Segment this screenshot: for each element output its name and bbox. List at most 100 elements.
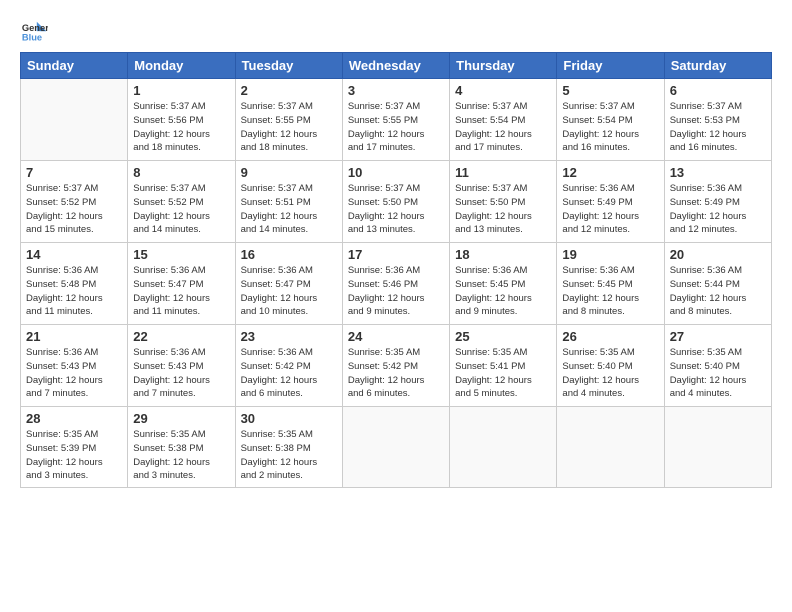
day-number: 17 [348,247,444,262]
calendar-cell: 4 Sunrise: 5:37 AMSunset: 5:54 PMDaylight… [450,79,557,161]
day-number: 6 [670,83,766,98]
day-info: Sunrise: 5:37 AMSunset: 5:52 PMDaylight:… [133,182,229,237]
calendar-cell: 16 Sunrise: 5:36 AMSunset: 5:47 PMDayligh… [235,243,342,325]
calendar-cell: 29 Sunrise: 5:35 AMSunset: 5:38 PMDayligh… [128,407,235,488]
day-info: Sunrise: 5:36 AMSunset: 5:47 PMDaylight:… [133,264,229,319]
day-number: 25 [455,329,551,344]
day-info: Sunrise: 5:36 AMSunset: 5:49 PMDaylight:… [670,182,766,237]
day-number: 3 [348,83,444,98]
day-info: Sunrise: 5:36 AMSunset: 5:49 PMDaylight:… [562,182,658,237]
day-info: Sunrise: 5:37 AMSunset: 5:54 PMDaylight:… [455,100,551,155]
day-number: 12 [562,165,658,180]
calendar-cell: 30 Sunrise: 5:35 AMSunset: 5:38 PMDayligh… [235,407,342,488]
day-number: 20 [670,247,766,262]
day-number: 4 [455,83,551,98]
day-info: Sunrise: 5:36 AMSunset: 5:45 PMDaylight:… [455,264,551,319]
day-number: 1 [133,83,229,98]
weekday-header-sunday: Sunday [21,53,128,79]
calendar-cell [450,407,557,488]
day-number: 27 [670,329,766,344]
day-info: Sunrise: 5:37 AMSunset: 5:55 PMDaylight:… [241,100,337,155]
day-number: 19 [562,247,658,262]
day-number: 22 [133,329,229,344]
calendar-table: SundayMondayTuesdayWednesdayThursdayFrid… [20,52,772,488]
day-info: Sunrise: 5:35 AMSunset: 5:42 PMDaylight:… [348,346,444,401]
day-info: Sunrise: 5:36 AMSunset: 5:46 PMDaylight:… [348,264,444,319]
day-number: 13 [670,165,766,180]
day-number: 15 [133,247,229,262]
calendar-cell: 1Sunrise: 5:37 AMSunset: 5:56 PMDaylight… [128,79,235,161]
calendar-cell: 6 Sunrise: 5:37 AMSunset: 5:53 PMDaylight… [664,79,771,161]
calendar-cell: 24 Sunrise: 5:35 AMSunset: 5:42 PMDayligh… [342,325,449,407]
day-info: Sunrise: 5:35 AMSunset: 5:40 PMDaylight:… [670,346,766,401]
day-info: Sunrise: 5:37 AMSunset: 5:52 PMDaylight:… [26,182,122,237]
day-info: Sunrise: 5:37 AMSunset: 5:50 PMDaylight:… [348,182,444,237]
logo-icon: General Blue [20,18,48,46]
day-info: Sunrise: 5:35 AMSunset: 5:41 PMDaylight:… [455,346,551,401]
calendar-cell: 17 Sunrise: 5:36 AMSunset: 5:46 PMDayligh… [342,243,449,325]
day-info: Sunrise: 5:35 AMSunset: 5:38 PMDaylight:… [133,428,229,483]
calendar-week-row: 7 Sunrise: 5:37 AMSunset: 5:52 PMDaylight… [21,161,772,243]
weekday-header-tuesday: Tuesday [235,53,342,79]
calendar-cell: 25 Sunrise: 5:35 AMSunset: 5:41 PMDayligh… [450,325,557,407]
calendar-cell: 13 Sunrise: 5:36 AMSunset: 5:49 PMDayligh… [664,161,771,243]
calendar-cell: 15 Sunrise: 5:36 AMSunset: 5:47 PMDayligh… [128,243,235,325]
day-number: 8 [133,165,229,180]
day-number: 7 [26,165,122,180]
calendar-week-row: 14Sunrise: 5:36 AMSunset: 5:48 PMDayligh… [21,243,772,325]
day-number: 2 [241,83,337,98]
calendar-cell: 11 Sunrise: 5:37 AMSunset: 5:50 PMDayligh… [450,161,557,243]
day-info: Sunrise: 5:36 AMSunset: 5:47 PMDaylight:… [241,264,337,319]
calendar-cell [21,79,128,161]
calendar-cell: 18 Sunrise: 5:36 AMSunset: 5:45 PMDayligh… [450,243,557,325]
day-number: 30 [241,411,337,426]
day-info: Sunrise: 5:37 AMSunset: 5:53 PMDaylight:… [670,100,766,155]
day-number: 10 [348,165,444,180]
calendar-cell: 3 Sunrise: 5:37 AMSunset: 5:55 PMDaylight… [342,79,449,161]
day-info: Sunrise: 5:35 AMSunset: 5:38 PMDaylight:… [241,428,337,483]
day-number: 18 [455,247,551,262]
calendar-cell: 21Sunrise: 5:36 AMSunset: 5:43 PMDayligh… [21,325,128,407]
day-info: Sunrise: 5:36 AMSunset: 5:45 PMDaylight:… [562,264,658,319]
day-info: Sunrise: 5:37 AMSunset: 5:54 PMDaylight:… [562,100,658,155]
day-info: Sunrise: 5:37 AMSunset: 5:50 PMDaylight:… [455,182,551,237]
weekday-header-wednesday: Wednesday [342,53,449,79]
weekday-header-monday: Monday [128,53,235,79]
day-number: 24 [348,329,444,344]
calendar-cell [557,407,664,488]
calendar-cell: 27 Sunrise: 5:35 AMSunset: 5:40 PMDayligh… [664,325,771,407]
calendar-cell: 20 Sunrise: 5:36 AMSunset: 5:44 PMDayligh… [664,243,771,325]
calendar-cell: 26Sunrise: 5:35 AMSunset: 5:40 PMDayligh… [557,325,664,407]
weekday-header-friday: Friday [557,53,664,79]
calendar-week-row: 21Sunrise: 5:36 AMSunset: 5:43 PMDayligh… [21,325,772,407]
day-info: Sunrise: 5:36 AMSunset: 5:43 PMDaylight:… [26,346,122,401]
day-number: 29 [133,411,229,426]
day-number: 11 [455,165,551,180]
calendar-cell: 28 Sunrise: 5:35 AMSunset: 5:39 PMDayligh… [21,407,128,488]
calendar-cell [664,407,771,488]
day-info: Sunrise: 5:36 AMSunset: 5:44 PMDaylight:… [670,264,766,319]
weekday-header-saturday: Saturday [664,53,771,79]
calendar-week-row: 28 Sunrise: 5:35 AMSunset: 5:39 PMDayligh… [21,407,772,488]
day-info: Sunrise: 5:37 AMSunset: 5:51 PMDaylight:… [241,182,337,237]
logo: General Blue [20,18,52,46]
calendar-cell: 5 Sunrise: 5:37 AMSunset: 5:54 PMDaylight… [557,79,664,161]
day-number: 16 [241,247,337,262]
calendar-cell: 22 Sunrise: 5:36 AMSunset: 5:43 PMDayligh… [128,325,235,407]
svg-text:Blue: Blue [22,32,42,42]
day-number: 28 [26,411,122,426]
calendar-cell: 10 Sunrise: 5:37 AMSunset: 5:50 PMDayligh… [342,161,449,243]
calendar-cell: 14Sunrise: 5:36 AMSunset: 5:48 PMDayligh… [21,243,128,325]
calendar-cell: 19 Sunrise: 5:36 AMSunset: 5:45 PMDayligh… [557,243,664,325]
calendar-cell: 9Sunrise: 5:37 AMSunset: 5:51 PMDaylight… [235,161,342,243]
day-info: Sunrise: 5:37 AMSunset: 5:55 PMDaylight:… [348,100,444,155]
day-info: Sunrise: 5:36 AMSunset: 5:43 PMDaylight:… [133,346,229,401]
calendar-week-row: 1Sunrise: 5:37 AMSunset: 5:56 PMDaylight… [21,79,772,161]
day-number: 23 [241,329,337,344]
weekday-header-row: SundayMondayTuesdayWednesdayThursdayFrid… [21,53,772,79]
weekday-header-thursday: Thursday [450,53,557,79]
day-number: 5 [562,83,658,98]
calendar-cell: 23Sunrise: 5:36 AMSunset: 5:42 PMDayligh… [235,325,342,407]
calendar-cell: 7 Sunrise: 5:37 AMSunset: 5:52 PMDaylight… [21,161,128,243]
day-info: Sunrise: 5:35 AMSunset: 5:39 PMDaylight:… [26,428,122,483]
